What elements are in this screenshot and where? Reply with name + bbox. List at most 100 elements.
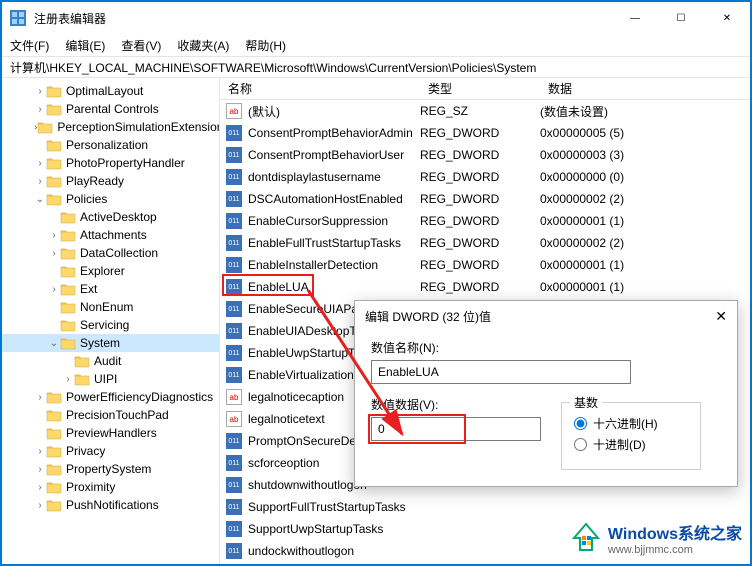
row-type: REG_DWORD bbox=[420, 280, 540, 294]
list-row[interactable]: 011dontdisplaylastusernameREG_DWORD0x000… bbox=[220, 166, 750, 188]
list-row[interactable]: 011EnableInstallerDetectionREG_DWORD0x00… bbox=[220, 254, 750, 276]
tree-item-label: PlayReady bbox=[66, 174, 124, 188]
watermark-icon bbox=[570, 522, 602, 554]
row-name: ConsentPromptBehaviorAdmin bbox=[248, 126, 420, 140]
tree-item[interactable]: ›PushNotifications bbox=[2, 496, 219, 514]
folder-icon bbox=[46, 390, 62, 404]
menu-edit[interactable]: 编辑(E) bbox=[65, 37, 105, 54]
column-data[interactable]: 数据 bbox=[540, 80, 750, 97]
menu-file[interactable]: 文件(F) bbox=[10, 37, 49, 54]
tree-item[interactable]: ›Ext bbox=[2, 280, 219, 298]
tree-item[interactable]: Explorer bbox=[2, 262, 219, 280]
folder-icon bbox=[46, 462, 62, 476]
list-row[interactable]: 011DSCAutomationHostEnabledREG_DWORD0x00… bbox=[220, 188, 750, 210]
menu-favorites[interactable]: 收藏夹(A) bbox=[177, 37, 229, 54]
expand-toggle[interactable]: › bbox=[34, 464, 46, 475]
watermark-brand: Windows系统之家 bbox=[608, 526, 742, 543]
expand-toggle[interactable]: › bbox=[34, 86, 46, 97]
radix-dec-option[interactable]: 十进制(D) bbox=[574, 436, 688, 453]
tree-item[interactable]: NonEnum bbox=[2, 298, 219, 316]
column-name[interactable]: 名称 bbox=[220, 80, 420, 97]
expand-toggle[interactable]: › bbox=[34, 176, 46, 187]
expand-toggle[interactable]: › bbox=[34, 482, 46, 493]
list-row[interactable]: ab(默认)REG_SZ(数值未设置) bbox=[220, 100, 750, 122]
close-button[interactable]: ✕ bbox=[704, 2, 750, 34]
tree-item[interactable]: ›PhotoPropertyHandler bbox=[2, 154, 219, 172]
list-row[interactable]: 011ConsentPromptBehaviorUserREG_DWORD0x0… bbox=[220, 144, 750, 166]
expand-toggle[interactable]: ⌄ bbox=[48, 338, 60, 349]
watermark: Windows系统之家 www.bjjmmc.com bbox=[570, 520, 742, 556]
tree-item[interactable]: ⌄Policies bbox=[2, 190, 219, 208]
expand-toggle[interactable]: › bbox=[34, 500, 46, 511]
radix-hex-radio[interactable] bbox=[574, 417, 587, 430]
tree-item-label: PrecisionTouchPad bbox=[66, 408, 169, 422]
tree-item[interactable]: Personalization bbox=[2, 136, 219, 154]
row-name: EnableInstallerDetection bbox=[248, 258, 420, 272]
folder-icon bbox=[60, 300, 76, 314]
menu-help[interactable]: 帮助(H) bbox=[245, 37, 286, 54]
tree-item[interactable]: ›UIPI bbox=[2, 370, 219, 388]
row-type: REG_DWORD bbox=[420, 236, 540, 250]
tree-item[interactable]: › PropertySystem bbox=[2, 460, 219, 478]
tree-item[interactable]: › PlayReady bbox=[2, 172, 219, 190]
address-bar[interactable]: 计算机\HKEY_LOCAL_MACHINE\SOFTWARE\Microsof… bbox=[2, 56, 750, 78]
dialog-title: 编辑 DWORD (32 位)值 bbox=[365, 308, 491, 325]
tree-item[interactable]: Audit bbox=[2, 352, 219, 370]
tree-item[interactable]: ›Parental Controls bbox=[2, 100, 219, 118]
folder-icon bbox=[60, 318, 76, 332]
row-name: EnableLUA bbox=[248, 280, 420, 294]
tree-item[interactable]: ›Privacy bbox=[2, 442, 219, 460]
minimize-button[interactable]: — bbox=[612, 2, 658, 34]
expand-toggle[interactable]: › bbox=[48, 248, 60, 259]
regedit-icon bbox=[10, 10, 26, 26]
tree-item[interactable]: ›Proximity bbox=[2, 478, 219, 496]
tree-item-label: PropertySystem bbox=[66, 462, 151, 476]
tree-item[interactable]: Servicing bbox=[2, 316, 219, 334]
watermark-url: www.bjjmmc.com bbox=[608, 544, 742, 556]
expand-toggle[interactable]: › bbox=[34, 104, 46, 115]
reg-dword-icon: 011 bbox=[226, 455, 242, 471]
radix-hex-option[interactable]: 十六进制(H) bbox=[574, 415, 688, 432]
reg-dword-icon: 011 bbox=[226, 367, 242, 383]
expand-toggle[interactable]: › bbox=[34, 446, 46, 457]
reg-dword-icon: 011 bbox=[226, 279, 242, 295]
reg-dword-icon: 011 bbox=[226, 499, 242, 515]
tree-item-label: System bbox=[80, 336, 120, 350]
row-data: 0x00000001 (1) bbox=[540, 258, 750, 272]
expand-toggle[interactable]: ⌄ bbox=[34, 194, 46, 205]
value-name-label: 数值名称(N): bbox=[371, 339, 721, 356]
tree-view[interactable]: ›OptimalLayout›Parental Controls›Percept… bbox=[2, 78, 220, 564]
maximize-button[interactable]: ☐ bbox=[658, 2, 704, 34]
expand-toggle[interactable]: › bbox=[48, 230, 60, 241]
row-type: REG_DWORD bbox=[420, 126, 540, 140]
tree-item[interactable]: PrecisionTouchPad bbox=[2, 406, 219, 424]
value-data-input[interactable] bbox=[371, 417, 541, 441]
list-row[interactable]: 011EnableFullTrustStartupTasksREG_DWORD0… bbox=[220, 232, 750, 254]
list-row[interactable]: 011EnableLUAREG_DWORD0x00000001 (1) bbox=[220, 276, 750, 298]
expand-toggle[interactable]: › bbox=[34, 392, 46, 403]
value-data-label: 数值数据(V): bbox=[371, 396, 541, 413]
expand-toggle[interactable]: › bbox=[48, 284, 60, 295]
dialog-close-button[interactable]: ✕ bbox=[715, 308, 727, 325]
tree-item[interactable]: PreviewHandlers bbox=[2, 424, 219, 442]
tree-item[interactable]: ›DataCollection bbox=[2, 244, 219, 262]
value-name-input[interactable] bbox=[371, 360, 631, 384]
list-row[interactable]: 011EnableCursorSuppressionREG_DWORD0x000… bbox=[220, 210, 750, 232]
column-type[interactable]: 类型 bbox=[420, 80, 540, 97]
tree-item[interactable]: ⌄ System bbox=[2, 334, 219, 352]
expand-toggle[interactable]: › bbox=[34, 158, 46, 169]
tree-item[interactable]: ActiveDesktop bbox=[2, 208, 219, 226]
folder-icon bbox=[46, 174, 62, 188]
radix-dec-radio[interactable] bbox=[574, 438, 587, 451]
list-row[interactable]: 011ConsentPromptBehaviorAdminREG_DWORD0x… bbox=[220, 122, 750, 144]
list-row[interactable]: 011SupportFullTrustStartupTasks bbox=[220, 496, 750, 518]
tree-item[interactable]: ›PerceptionSimulationExtensions bbox=[2, 118, 219, 136]
menu-view[interactable]: 查看(V) bbox=[121, 37, 161, 54]
tree-item[interactable]: ›OptimalLayout bbox=[2, 82, 219, 100]
reg-dword-icon: 011 bbox=[226, 147, 242, 163]
tree-item[interactable]: ›PowerEfficiencyDiagnostics bbox=[2, 388, 219, 406]
folder-icon bbox=[46, 408, 62, 422]
expand-toggle[interactable]: › bbox=[62, 374, 74, 385]
tree-item[interactable]: ›Attachments bbox=[2, 226, 219, 244]
tree-item-label: Explorer bbox=[80, 264, 125, 278]
